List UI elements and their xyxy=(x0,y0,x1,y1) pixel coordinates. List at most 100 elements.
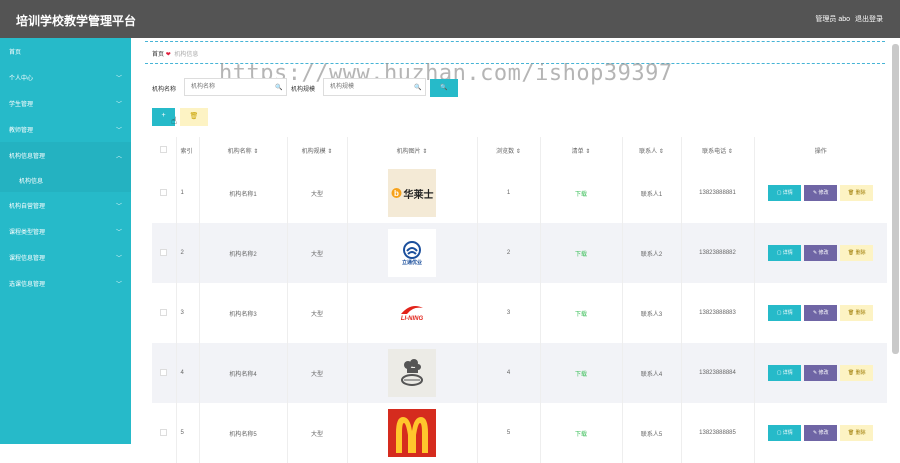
institution-image: LI-NING xyxy=(388,289,436,337)
action-group: ▢ 详情 ✎ 修改 🗑 删除 xyxy=(755,305,888,321)
cell-name: 机构名称1 xyxy=(199,163,288,223)
header-select-all[interactable] xyxy=(152,137,177,163)
cell-actions: ▢ 详情 ✎ 修改 🗑 删除 xyxy=(754,343,887,403)
institution-image: 立通优业 xyxy=(388,229,436,277)
chevron-down-icon: ﹀ xyxy=(115,256,122,262)
table-row[interactable]: 3 机构名称3 大型 LI-NING 3 下载 联系人3 13823888883 ▢ 详情 ✎ 修… xyxy=(152,283,887,343)
checkbox[interactable] xyxy=(160,308,168,316)
cell-actions: ▢ 详情 ✎ 修改 🗑 删除 xyxy=(754,223,887,283)
cell-actions: ▢ 详情 ✎ 修改 🗑 删除 xyxy=(754,283,887,343)
sidebar-item-enrollment[interactable]: 选课信息管理 ﹀ xyxy=(0,270,131,296)
sidebar-item-self-operated[interactable]: 机构自营管理 ﹀ xyxy=(0,192,131,218)
table-row[interactable]: 5 机构名称5 大型 5 下载 联系人5 13823888885 ▢ 详情 ✎ 修改 🗑 删除 xyxy=(152,403,887,463)
cell-scale: 大型 xyxy=(287,163,348,223)
svg-text:b: b xyxy=(394,189,399,198)
sidebar-item-label: 个人中心 xyxy=(9,75,34,82)
sidebar-item-label: 首页 xyxy=(9,49,22,56)
detail-button[interactable]: ▢ 详情 xyxy=(768,425,802,441)
sidebar-item-label: 教师管理 xyxy=(9,127,34,134)
delete-button[interactable]: 🗑 删除 xyxy=(840,305,874,321)
sidebar-item-teachers[interactable]: 教师管理 ﹀ xyxy=(0,116,131,142)
cell-actions: ▢ 详情 ✎ 修改 🗑 删除 xyxy=(754,163,887,223)
sidebar-item-institution-management[interactable]: 机构信息管理 ︿ xyxy=(0,142,131,168)
sidebar-item-label: 机构信息管理 xyxy=(9,153,46,160)
header-index: 索引 xyxy=(176,137,200,163)
header-phone[interactable]: 联系电话 ⇕ xyxy=(681,137,755,163)
search-name-input[interactable] xyxy=(184,78,287,96)
detail-button[interactable]: ▢ 详情 xyxy=(768,185,802,201)
hand-cursor-icon: ☝ xyxy=(171,116,178,127)
chevron-down-icon: ﹀ xyxy=(115,128,122,134)
scrollbar[interactable] xyxy=(892,44,899,354)
header-actions: 操作 xyxy=(814,148,827,155)
delete-button[interactable]: 🗑 删除 xyxy=(840,425,874,441)
header-contact[interactable]: 联系人 ⇕ xyxy=(622,137,682,163)
edit-button[interactable]: ✎ 修改 xyxy=(804,365,838,381)
action-group: ▢ 详情 ✎ 修改 🗑 删除 xyxy=(755,425,888,441)
download-link[interactable]: 下载 xyxy=(540,343,623,403)
checkbox[interactable] xyxy=(160,368,168,376)
divider xyxy=(145,41,885,42)
detail-button[interactable]: ▢ 详情 xyxy=(768,365,802,381)
cell-phone: 13823888881 xyxy=(681,163,755,223)
search-name-label: 机构名称 xyxy=(152,87,177,93)
checkbox[interactable] xyxy=(160,248,168,256)
action-group: ▢ 详情 ✎ 修改 🗑 删除 xyxy=(755,365,888,381)
sidebar-item-home[interactable]: 首页 xyxy=(0,38,131,64)
header-list[interactable]: 清单 ⇕ xyxy=(540,137,623,163)
edit-button[interactable]: ✎ 修改 xyxy=(804,305,838,321)
delete-button[interactable]: 🗑 删除 xyxy=(840,185,874,201)
cell-contact: 联系人4 xyxy=(622,343,682,403)
download-link[interactable]: 下载 xyxy=(540,163,623,223)
action-group: ▢ 详情 ✎ 修改 🗑 删除 xyxy=(755,245,888,261)
row-select[interactable] xyxy=(152,403,177,463)
header-scale[interactable]: 机构规模 ⇕ xyxy=(287,137,348,163)
cell-name: 机构名称3 xyxy=(199,283,288,343)
cell-views: 5 xyxy=(477,403,541,463)
cell-views: 4 xyxy=(477,343,541,403)
checkbox[interactable] xyxy=(160,428,168,436)
table-row[interactable]: 2 机构名称2 大型 立通优业 2 下载 联系人2 13823888882 ▢ 详情 ✎ 修改 🗑 … xyxy=(152,223,887,283)
cell-views: 2 xyxy=(477,223,541,283)
institution-image xyxy=(388,349,436,397)
detail-button[interactable]: ▢ 详情 xyxy=(768,305,802,321)
batch-delete-button[interactable]: 🗑 xyxy=(180,108,208,126)
cell-views: 1 xyxy=(477,163,541,223)
delete-button[interactable]: 🗑 删除 xyxy=(840,365,874,381)
edit-button[interactable]: ✎ 修改 xyxy=(804,245,838,261)
row-select[interactable] xyxy=(152,283,177,343)
checkbox[interactable] xyxy=(160,145,168,153)
sidebar-item-personal-center[interactable]: 个人中心 ﹀ xyxy=(0,64,131,90)
search-scale-input[interactable] xyxy=(323,78,426,96)
checkbox[interactable] xyxy=(160,188,168,196)
sidebar-item-course-info[interactable]: 课程信息管理 ﹀ xyxy=(0,244,131,270)
search-button[interactable]: 🔍 xyxy=(430,79,458,97)
edit-button[interactable]: ✎ 修改 xyxy=(804,185,838,201)
cell-name: 机构名称5 xyxy=(199,403,288,463)
cell-name: 机构名称4 xyxy=(199,343,288,403)
cell-image: 立通优业 xyxy=(347,223,478,283)
download-link[interactable]: 下载 xyxy=(540,403,623,463)
sidebar-item-students[interactable]: 学生管理 ﹀ xyxy=(0,90,131,116)
mcdonalds-logo xyxy=(388,409,436,457)
delete-button[interactable]: 🗑 删除 xyxy=(840,245,874,261)
row-select[interactable] xyxy=(152,163,177,223)
download-link[interactable]: 下载 xyxy=(540,283,623,343)
sidebar-item-course-types[interactable]: 课程类型管理 ﹀ xyxy=(0,218,131,244)
header-views[interactable]: 浏览数 ⇕ xyxy=(477,137,541,163)
table-row[interactable]: 4 机构名称4 大型 4 下载 联系人4 13823888884 ▢ 详情 ✎ 修改 🗑 删除 xyxy=(152,343,887,403)
row-select[interactable] xyxy=(152,223,177,283)
cell-scale: 大型 xyxy=(287,403,348,463)
row-select[interactable] xyxy=(152,343,177,403)
sidebar-subitem-institution-info[interactable]: 机构信息 xyxy=(0,168,131,192)
logout-link[interactable]: 退出登录 xyxy=(855,14,883,24)
download-link[interactable]: 下载 xyxy=(540,223,623,283)
header-image[interactable]: 机构图片 ⇕ xyxy=(347,137,478,163)
edit-button[interactable]: ✎ 修改 xyxy=(804,425,838,441)
heart-icon: ❤ xyxy=(165,52,171,58)
sidebar-item-label: 学生管理 xyxy=(9,101,34,108)
breadcrumb-home[interactable]: 首页 xyxy=(152,52,164,58)
detail-button[interactable]: ▢ 详情 xyxy=(768,245,802,261)
table-row[interactable]: 1 机构名称1 大型 b 华莱士 1 下载 联系人1 13823888881 ▢ 详情 ✎ 修改 🗑 … xyxy=(152,163,887,223)
header-name[interactable]: 机构名称 ⇕ xyxy=(199,137,288,163)
